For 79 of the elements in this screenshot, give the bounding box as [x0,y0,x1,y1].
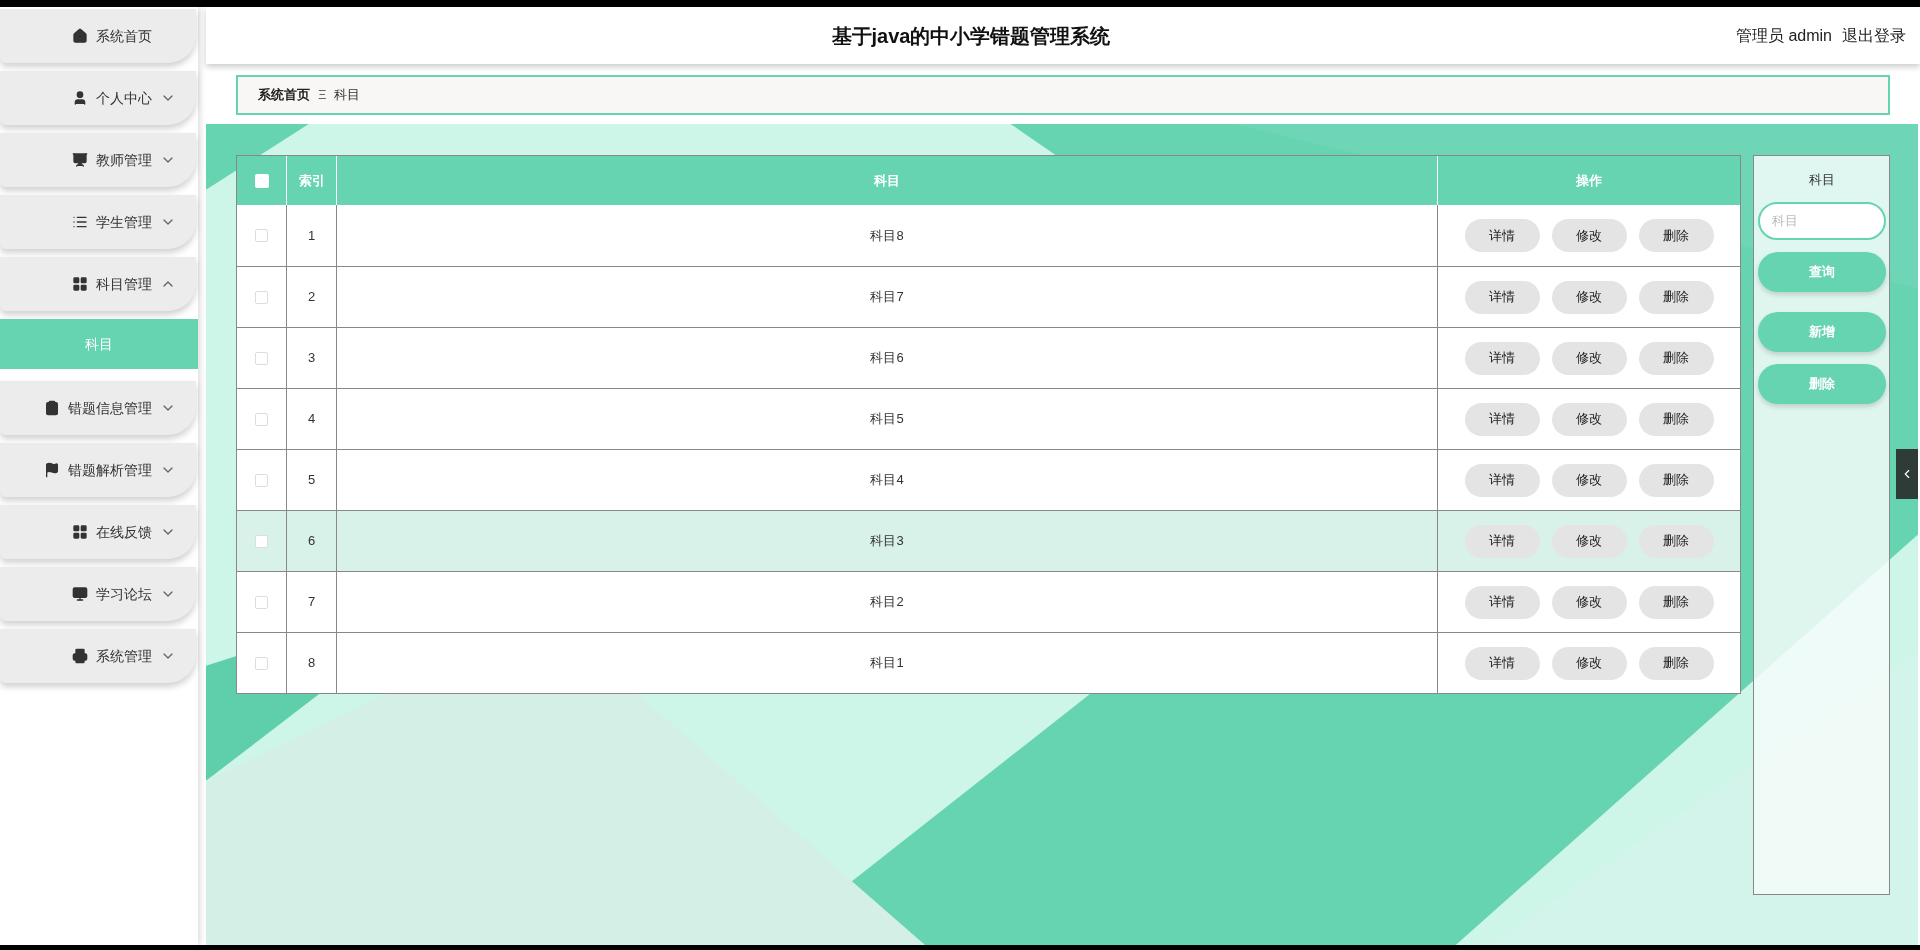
panel-label: 科目 [1808,171,1835,189]
index-cell-text: 2 [307,288,316,307]
flag-icon [44,462,60,478]
edit-button[interactable]: 修改 [1551,524,1627,558]
app-title: 基于java的中小学错题管理系统 [831,24,1111,47]
sidebar-item[interactable]: 错题解析管理 [0,443,196,497]
subject-cell-text: 科目4 [870,471,904,490]
subject-cell-text: 科目5 [870,410,904,429]
row-checkbox[interactable] [255,595,268,609]
row-checkbox[interactable] [255,351,268,365]
edit-button[interactable]: 修改 [1551,280,1627,314]
subject-input[interactable]: 科目 [1757,201,1886,240]
sidebar-item[interactable]: 错题信息管理 [0,381,196,435]
user-label: 管理员 admin [1735,25,1832,46]
logout-link[interactable]: 退出登录 [1842,23,1906,48]
edit-button[interactable]: 修改 [1551,341,1627,375]
subject-cell-text: 科目3 [870,532,904,551]
delete-button[interactable]: 删除 [1638,463,1714,497]
detail-button[interactable]: 详情 [1464,646,1540,680]
row-checkbox[interactable] [255,290,268,304]
sidebar-item[interactable]: 学习论坛 [0,567,196,621]
delete-button[interactable]: 删除 [1638,280,1714,314]
index-cell-text: 5 [307,471,316,490]
edit-button[interactable]: 修改 [1551,219,1627,252]
detail-button[interactable]: 详情 [1464,219,1540,252]
breadcrumb-separator: Ξ [318,86,327,105]
easel-icon [72,152,88,168]
subject-cell-text: 科目1 [870,654,904,673]
sidebar-item[interactable]: 学生管理 [0,195,196,249]
index-cell-text: 7 [307,593,316,612]
sidebar-item[interactable]: 系统管理 [0,629,196,683]
subject-cell-text: 科目7 [870,288,904,307]
sidebar-item[interactable]: 系统首页 [0,9,196,63]
delete-button[interactable]: 删除 [1638,402,1714,436]
clipboard-icon [44,400,60,416]
delete-button[interactable]: 删除 [1638,219,1714,252]
edit-button[interactable]: 修改 [1551,585,1627,619]
row-checkbox[interactable] [255,473,268,487]
grid-icon [72,276,88,292]
index-cell-text: 8 [307,654,316,673]
row-checkbox[interactable] [255,412,268,426]
detail-button[interactable]: 详情 [1464,463,1540,497]
breadcrumb-current: 科目 [334,86,361,105]
row-checkbox[interactable] [255,534,268,548]
edit-button[interactable]: 修改 [1551,646,1627,680]
delete-button[interactable]: 删除 [1638,341,1714,375]
sidebar-item[interactable]: 教师管理 [0,133,196,187]
row-checkbox[interactable] [255,656,268,670]
delete-button[interactable]: 删除 [1638,646,1714,680]
list-icon [72,214,88,230]
monitor-icon [72,586,88,602]
home-icon [72,28,88,44]
subject-cell-text: 科目8 [870,226,904,245]
breadcrumb-link[interactable]: 系统首页 [258,85,310,105]
detail-button[interactable]: 详情 [1464,585,1540,619]
sidebar-item[interactable]: 科目管理 [0,257,196,311]
printer-icon [72,648,88,664]
user-icon [72,90,88,106]
collapse-tab[interactable] [1896,449,1918,499]
edit-button[interactable]: 修改 [1551,402,1627,436]
detail-button[interactable]: 详情 [1464,524,1540,558]
row-checkbox[interactable] [255,229,268,242]
sidebar-item[interactable]: 在线反馈 [0,505,196,559]
column-header: 操作 [1575,171,1603,190]
edit-button[interactable]: 修改 [1551,463,1627,497]
subject-cell-text: 科目2 [870,593,904,612]
delete-button[interactable]: 删除 [1638,585,1714,619]
grid-icon [72,524,88,540]
index-cell-text: 1 [307,226,316,245]
select-all-checkbox[interactable] [254,173,269,188]
sidebar-item[interactable]: 个人中心 [0,71,196,125]
index-cell-text: 4 [307,410,316,429]
detail-button[interactable]: 详情 [1464,402,1540,436]
subject-cell-text: 科目6 [870,349,904,368]
detail-button[interactable]: 详情 [1464,341,1540,375]
index-cell-text: 3 [307,349,316,368]
detail-button[interactable]: 详情 [1464,280,1540,314]
index-cell-text: 6 [307,532,316,551]
delete-button[interactable]: 删除 [1638,524,1714,558]
